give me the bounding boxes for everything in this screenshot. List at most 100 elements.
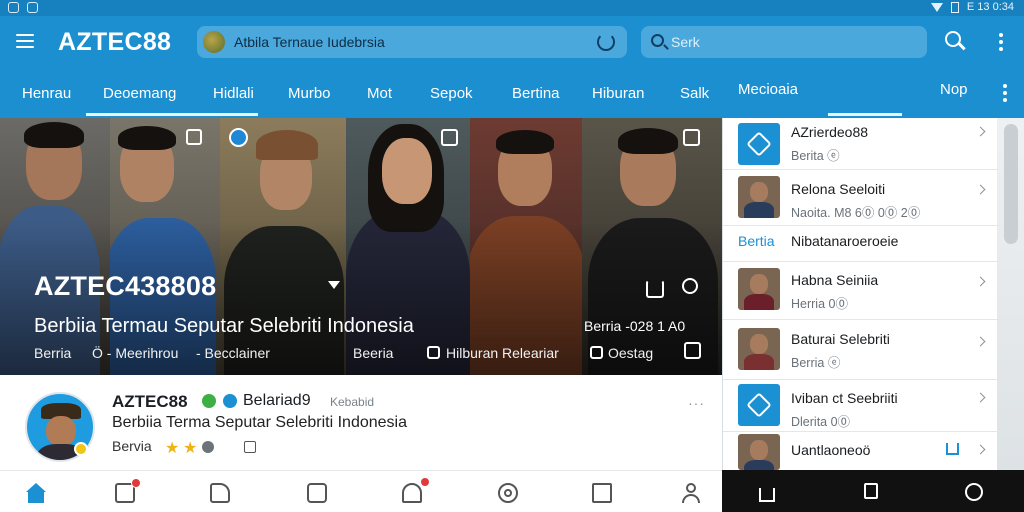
app-title[interactable]: AZTEC88 — [58, 28, 171, 57]
hero-subtitle[interactable]: Berbiia Termau Seputar Selebriti Indones… — [34, 315, 414, 338]
search-box[interactable] — [641, 26, 927, 58]
tag-icon — [590, 346, 603, 359]
post-card[interactable]: AZTEC88 Belariad9 Kebabid ··· Berbiia Te… — [0, 375, 722, 470]
scrollbar[interactable] — [1004, 124, 1018, 244]
list-item[interactable]: Uantlaoneoö — [723, 432, 998, 470]
list-item-title: Relona Seeloiti — [791, 181, 886, 197]
list-item[interactable]: AZrierdeo88 Berita ⓔ — [723, 118, 998, 170]
app-notification-icon — [8, 2, 19, 13]
mic-icon[interactable] — [402, 477, 430, 503]
calendar-icon — [427, 346, 440, 359]
list-item[interactable]: Habna Seiniia Herria 0⓪ — [723, 262, 998, 320]
hero-carousel[interactable]: AZTEC438808 Berbiia Termau Seputar Seleb… — [0, 118, 722, 375]
hero-footer-a[interactable]: Beeria — [353, 345, 393, 361]
comment-icon[interactable] — [244, 441, 256, 453]
tab-salk[interactable]: Salk — [680, 85, 709, 102]
home-icon[interactable] — [26, 483, 46, 503]
post-handle: Kebabid — [330, 395, 375, 409]
recents-icon[interactable] — [864, 483, 878, 499]
promo-thumbnail — [203, 31, 225, 53]
list-item-title: Uantlaoneoö — [791, 442, 871, 458]
list-item-subtitle: Dlerita 0⓪ — [791, 415, 851, 429]
dropdown-icon[interactable] — [328, 281, 340, 289]
list-item-thumbnail — [738, 434, 780, 470]
hero-extra: - Becclainer — [196, 345, 270, 361]
link-icon — [738, 384, 780, 426]
list-item[interactable]: Relona Seeloiti Naoita. M8 6⓪ 0⓪ 2⓪ — [723, 170, 998, 226]
hero-title[interactable]: AZTEC438808 — [34, 271, 216, 302]
list-item-thumbnail — [738, 268, 780, 310]
image-icon[interactable] — [441, 129, 458, 146]
hero-source: Ö - Meerihrou — [92, 345, 179, 361]
list-item-title: Nibatanaroeroeie — [791, 233, 899, 249]
hero-footer-c[interactable]: Oestag — [608, 345, 653, 361]
tab-hiburan[interactable]: Hiburan — [592, 85, 645, 102]
target-icon[interactable] — [498, 483, 518, 503]
list-item-thumbnail — [738, 328, 780, 370]
tab-bertina[interactable]: Bertina — [512, 85, 560, 102]
hero-date: Berria -028 1 A0 — [584, 318, 686, 334]
list-item-subtitle: Berita ⓔ — [791, 149, 840, 163]
search-input[interactable] — [671, 31, 911, 53]
chevron-right-icon — [975, 392, 986, 403]
edit-icon[interactable] — [684, 342, 701, 359]
star-icon: ★ — [183, 440, 198, 457]
app-bar: AZTEC88 Atbila Ternaue Iudebrsia — [0, 16, 1024, 68]
search-icon — [651, 34, 664, 47]
more-options-icon[interactable] — [999, 33, 1003, 54]
refresh-icon[interactable] — [597, 33, 615, 51]
system-navigation — [722, 470, 1024, 512]
gallery-icon[interactable] — [683, 129, 700, 146]
download-icon[interactable] — [946, 443, 959, 455]
search-button-icon[interactable] — [945, 31, 961, 47]
status-right: E 13 0:34 — [930, 1, 1014, 13]
list-item-subtitle: Naoita. M8 6⓪ 0⓪ 2⓪ — [791, 206, 921, 220]
tabs-more-icon[interactable] — [1003, 84, 1007, 105]
tab-murbo[interactable]: Murbo — [288, 85, 331, 102]
tab-sepok[interactable]: Sepok — [430, 85, 473, 102]
category-tabs: Henrau Deoemang Hidlali Murbo Mot Sepok … — [0, 68, 1024, 118]
notification-icon[interactable] — [115, 478, 141, 503]
verified-icon — [223, 394, 237, 408]
post-title[interactable]: Berbiia Terma Seputar Selebriti Indonesi… — [112, 414, 407, 432]
share-icon[interactable] — [210, 483, 230, 503]
home-icon[interactable] — [759, 488, 775, 502]
app-notification-icon-2 — [27, 2, 38, 13]
profile-icon[interactable] — [681, 483, 701, 503]
list-item-title: Baturai Selebriti — [791, 331, 890, 347]
chevron-right-icon — [975, 126, 986, 137]
tab-mot[interactable]: Mot — [367, 85, 392, 102]
square-icon[interactable] — [592, 483, 612, 503]
hero-footer-b[interactable]: Hilburan Releariar — [446, 345, 559, 361]
bookmark-icon[interactable] — [646, 280, 664, 298]
like-icon[interactable] — [202, 441, 214, 453]
menu-icon[interactable] — [16, 34, 34, 48]
post-tag[interactable]: Belariad9 — [243, 392, 311, 410]
hero-search-icon[interactable] — [682, 278, 698, 294]
tab-mecioaia[interactable]: Mecioaia — [738, 81, 798, 98]
side-news-list: AZrierdeo88 Berita ⓔ Relona Seeloiti Nao… — [722, 118, 998, 470]
list-item[interactable]: Bertia Nibatanaroeroeie — [723, 226, 998, 262]
chat-icon[interactable] — [307, 483, 327, 503]
post-category: Bervia — [112, 438, 152, 454]
promo-banner[interactable]: Atbila Ternaue Iudebrsia — [197, 26, 627, 58]
secondary-tab-indicator — [828, 113, 902, 116]
tab-hidlali[interactable]: Hidlali — [213, 85, 254, 102]
active-tab-indicator — [86, 113, 258, 116]
post-author[interactable]: AZTEC88 — [112, 392, 188, 412]
list-item[interactable]: Baturai Selebriti Berria ⓔ — [723, 320, 998, 380]
list-item-subtitle: Berria ⓔ — [791, 356, 841, 370]
list-item-title: AZrierdeo88 — [791, 124, 869, 140]
share-icon[interactable] — [186, 129, 202, 145]
list-item-title: Iviban ct Seebriiti — [791, 390, 898, 406]
tab-deoemang[interactable]: Deoemang — [103, 85, 176, 102]
tab-henrau[interactable]: Henrau — [22, 85, 71, 102]
back-icon[interactable] — [965, 483, 983, 501]
status-left-icons — [8, 2, 38, 13]
tab-nop[interactable]: Nop — [940, 81, 968, 98]
post-more-icon[interactable]: ··· — [688, 395, 705, 411]
battery-icon — [950, 1, 959, 13]
list-item[interactable]: Iviban ct Seebriiti Dlerita 0⓪ — [723, 380, 998, 432]
status-bar: E 13 0:34 — [0, 0, 1024, 16]
promo-text: Atbila Ternaue Iudebrsia — [234, 34, 385, 50]
